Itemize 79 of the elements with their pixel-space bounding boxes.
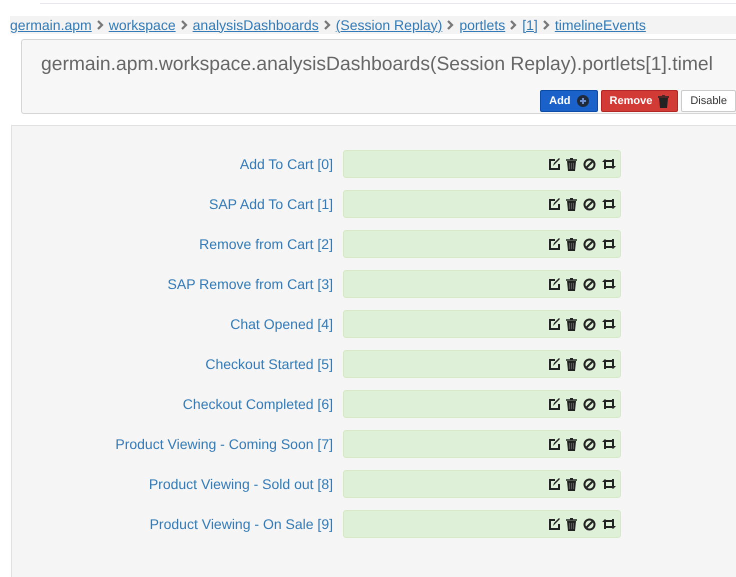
breadcrumb-link[interactable]: analysisDashboards — [192, 14, 319, 36]
event-link[interactable]: Checkout Started [5] — [12, 354, 343, 374]
ban-icon[interactable] — [583, 278, 596, 290]
chevron-icon — [324, 20, 331, 30]
repeat-icon[interactable] — [602, 198, 616, 210]
ban-icon[interactable] — [583, 198, 596, 210]
edit-icon[interactable] — [548, 358, 560, 370]
value-field[interactable] — [343, 150, 621, 178]
trash-icon[interactable] — [566, 478, 577, 490]
edit-icon[interactable] — [548, 438, 560, 450]
event-link[interactable]: Chat Opened [4] — [12, 314, 343, 334]
event-link[interactable]: Remove from Cart [2] — [12, 234, 343, 254]
trash-icon[interactable] — [566, 518, 577, 530]
breadcrumb-link[interactable]: workspace — [108, 14, 176, 36]
ban-icon[interactable] — [583, 478, 596, 490]
trash-icon[interactable] — [566, 158, 577, 170]
edit-icon[interactable] — [548, 198, 560, 210]
edit-icon[interactable] — [548, 238, 560, 250]
add-button[interactable]: Add — [540, 90, 598, 112]
value-field[interactable] — [343, 510, 621, 538]
event-link[interactable]: Product Viewing - On Sale [9] — [12, 514, 343, 534]
plus-circle-icon — [576, 95, 589, 107]
chevron-icon — [180, 20, 188, 30]
event-link[interactable]: Add To Cart [0] — [12, 154, 343, 174]
ban-icon[interactable] — [583, 518, 596, 530]
edit-icon[interactable] — [548, 478, 560, 490]
chevron-icon — [447, 20, 454, 30]
value-field[interactable] — [343, 350, 621, 378]
repeat-icon[interactable] — [602, 358, 616, 370]
repeat-icon[interactable] — [602, 238, 616, 250]
repeat-icon[interactable] — [602, 318, 616, 330]
breadcrumb-link[interactable]: timelineEvents — [554, 14, 646, 36]
edit-icon[interactable] — [548, 318, 560, 330]
repeat-icon[interactable] — [602, 438, 616, 450]
trash-icon[interactable] — [566, 398, 577, 410]
breadcrumb-link[interactable]: portlets — [459, 14, 506, 36]
page-title: germain.apm.workspace.analysisDashboards(Session Replay).portlets[1].timel — [40, 53, 714, 77]
event-link[interactable]: Product Viewing - Sold out [8] — [12, 474, 343, 494]
breadcrumb-link[interactable]: [1] — [522, 14, 538, 36]
trash-icon[interactable] — [566, 358, 577, 370]
trash-icon — [658, 94, 670, 108]
ban-icon[interactable] — [583, 158, 596, 170]
breadcrumb-link[interactable]: (Session Replay) — [336, 14, 442, 36]
ban-icon[interactable] — [583, 238, 596, 250]
ban-icon[interactable] — [583, 398, 596, 410]
value-field[interactable] — [343, 310, 621, 338]
event-link[interactable]: SAP Add To Cart [1] — [12, 194, 343, 214]
disable-button[interactable]: Disable — [681, 90, 736, 112]
value-field[interactable] — [343, 430, 621, 458]
ban-icon[interactable] — [583, 318, 596, 330]
value-field[interactable] — [343, 230, 621, 258]
repeat-icon[interactable] — [602, 398, 616, 410]
edit-icon[interactable] — [548, 278, 560, 290]
chevron-icon — [542, 20, 550, 30]
breadcrumb-link[interactable]: germain.apm — [10, 14, 92, 36]
repeat-icon[interactable] — [602, 518, 616, 530]
chevron-icon — [510, 20, 518, 30]
trash-icon[interactable] — [566, 278, 577, 290]
value-field[interactable] — [343, 390, 621, 418]
trash-icon[interactable] — [566, 318, 577, 330]
trash-icon[interactable] — [566, 238, 577, 250]
value-field[interactable] — [343, 470, 621, 498]
trash-icon[interactable] — [566, 198, 577, 210]
edit-icon[interactable] — [548, 158, 560, 170]
trash-icon[interactable] — [566, 438, 577, 450]
event-link[interactable]: Checkout Completed [6] — [12, 394, 343, 414]
event-link[interactable]: SAP Remove from Cart [3] — [12, 274, 343, 294]
chevron-icon — [96, 20, 104, 30]
edit-icon[interactable] — [548, 398, 560, 410]
event-link[interactable]: Product Viewing - Coming Soon [7] — [12, 434, 343, 454]
remove-button[interactable]: Remove — [600, 90, 678, 112]
repeat-icon[interactable] — [602, 158, 616, 170]
repeat-icon[interactable] — [602, 478, 616, 490]
edit-icon[interactable] — [548, 518, 560, 530]
value-field[interactable] — [343, 190, 621, 218]
ban-icon[interactable] — [583, 438, 596, 450]
value-field[interactable] — [343, 270, 621, 298]
repeat-icon[interactable] — [602, 278, 616, 290]
ban-icon[interactable] — [583, 358, 596, 370]
